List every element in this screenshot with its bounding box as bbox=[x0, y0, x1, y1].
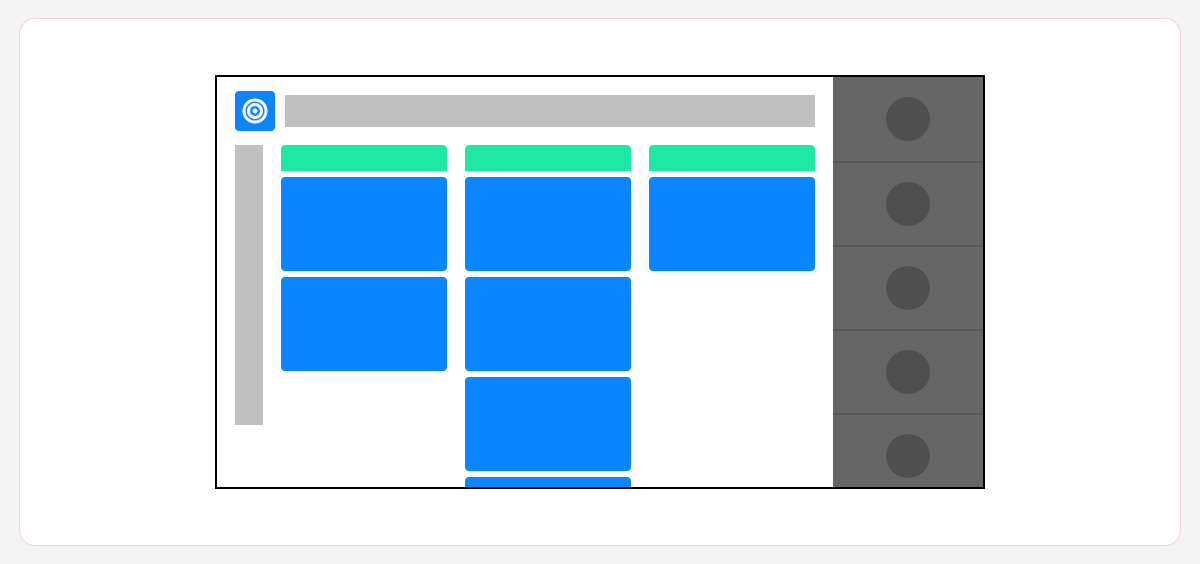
board-card[interactable] bbox=[465, 477, 631, 487]
left-sidebar-strip[interactable] bbox=[235, 145, 263, 425]
app-window-frame bbox=[215, 75, 985, 489]
right-dock bbox=[833, 77, 983, 487]
board-card[interactable] bbox=[465, 377, 631, 471]
dock-slot[interactable] bbox=[833, 245, 983, 329]
app-logo-button[interactable] bbox=[235, 91, 275, 131]
board-column-3[interactable] bbox=[649, 145, 815, 487]
dock-app-icon bbox=[886, 182, 930, 226]
column-header[interactable] bbox=[649, 145, 815, 171]
column-header[interactable] bbox=[465, 145, 631, 171]
column-header[interactable] bbox=[281, 145, 447, 171]
title-bar[interactable] bbox=[285, 95, 815, 127]
app-main-area bbox=[217, 77, 833, 487]
dock-app-icon bbox=[886, 97, 930, 141]
board-content bbox=[235, 145, 815, 487]
board-card[interactable] bbox=[465, 277, 631, 371]
board-card[interactable] bbox=[281, 177, 447, 271]
dock-app-icon bbox=[886, 434, 930, 478]
dock-app-icon bbox=[886, 350, 930, 394]
board-card[interactable] bbox=[465, 177, 631, 271]
illustration-panel bbox=[19, 18, 1181, 546]
board-columns bbox=[281, 145, 815, 487]
swirl-icon bbox=[241, 97, 269, 125]
dock-slot[interactable] bbox=[833, 161, 983, 245]
dock-slot[interactable] bbox=[833, 329, 983, 413]
dock-slot[interactable] bbox=[833, 413, 983, 489]
app-topbar bbox=[235, 91, 815, 131]
dock-app-icon bbox=[886, 266, 930, 310]
board-column-1[interactable] bbox=[281, 145, 447, 487]
board-column-2[interactable] bbox=[465, 145, 631, 487]
board-card[interactable] bbox=[281, 277, 447, 371]
dock-slot[interactable] bbox=[833, 77, 983, 161]
board-card[interactable] bbox=[649, 177, 815, 271]
